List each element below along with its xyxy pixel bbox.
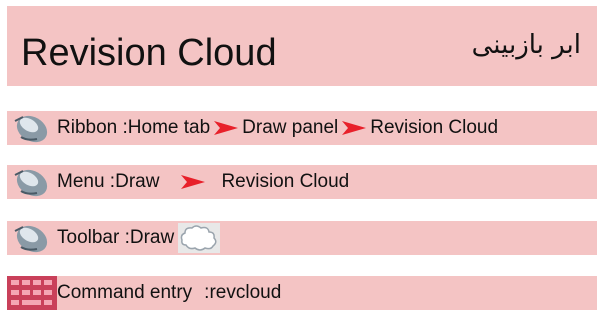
menu-command-label: Revision Cloud — [221, 171, 350, 192]
command-entry-value: :revcloud — [204, 282, 282, 303]
ribbon-command-label: Revision Cloud — [370, 117, 499, 138]
ribbon-tab-label: Home tab — [127, 117, 211, 138]
keyboard-icon — [7, 276, 57, 310]
title-persian: ابر بازبینی — [471, 30, 581, 60]
command-entry-label: Command entry — [57, 282, 193, 303]
ribbon-access-row: Ribbon : Home tab Draw panel Revision Cl… — [7, 111, 597, 145]
arrow-right-icon — [340, 119, 368, 137]
arrow-right-icon — [179, 173, 207, 191]
revision-cloud-icon[interactable] — [178, 223, 221, 253]
menu-name-label: Draw — [115, 171, 160, 192]
menu-access-row: Menu : Draw Revision Cloud — [7, 165, 597, 199]
title-english: Revision Cloud — [21, 32, 277, 74]
toolbar-name-label: Draw — [129, 227, 175, 248]
toolbar-prefix: Toolbar : — [57, 227, 130, 248]
menu-prefix: Menu : — [57, 171, 116, 192]
ribbon-panel-label: Draw panel — [242, 117, 339, 138]
mouse-icon — [7, 111, 57, 145]
command-entry-row: Command entry :revcloud — [7, 276, 597, 310]
title-banner: Revision Cloud ابر بازبینی — [7, 6, 597, 86]
mouse-icon — [7, 165, 57, 199]
ribbon-prefix: Ribbon : — [57, 117, 128, 138]
toolbar-access-row: Toolbar : Draw — [7, 221, 597, 255]
arrow-right-icon — [212, 119, 240, 137]
mouse-icon — [7, 221, 57, 255]
